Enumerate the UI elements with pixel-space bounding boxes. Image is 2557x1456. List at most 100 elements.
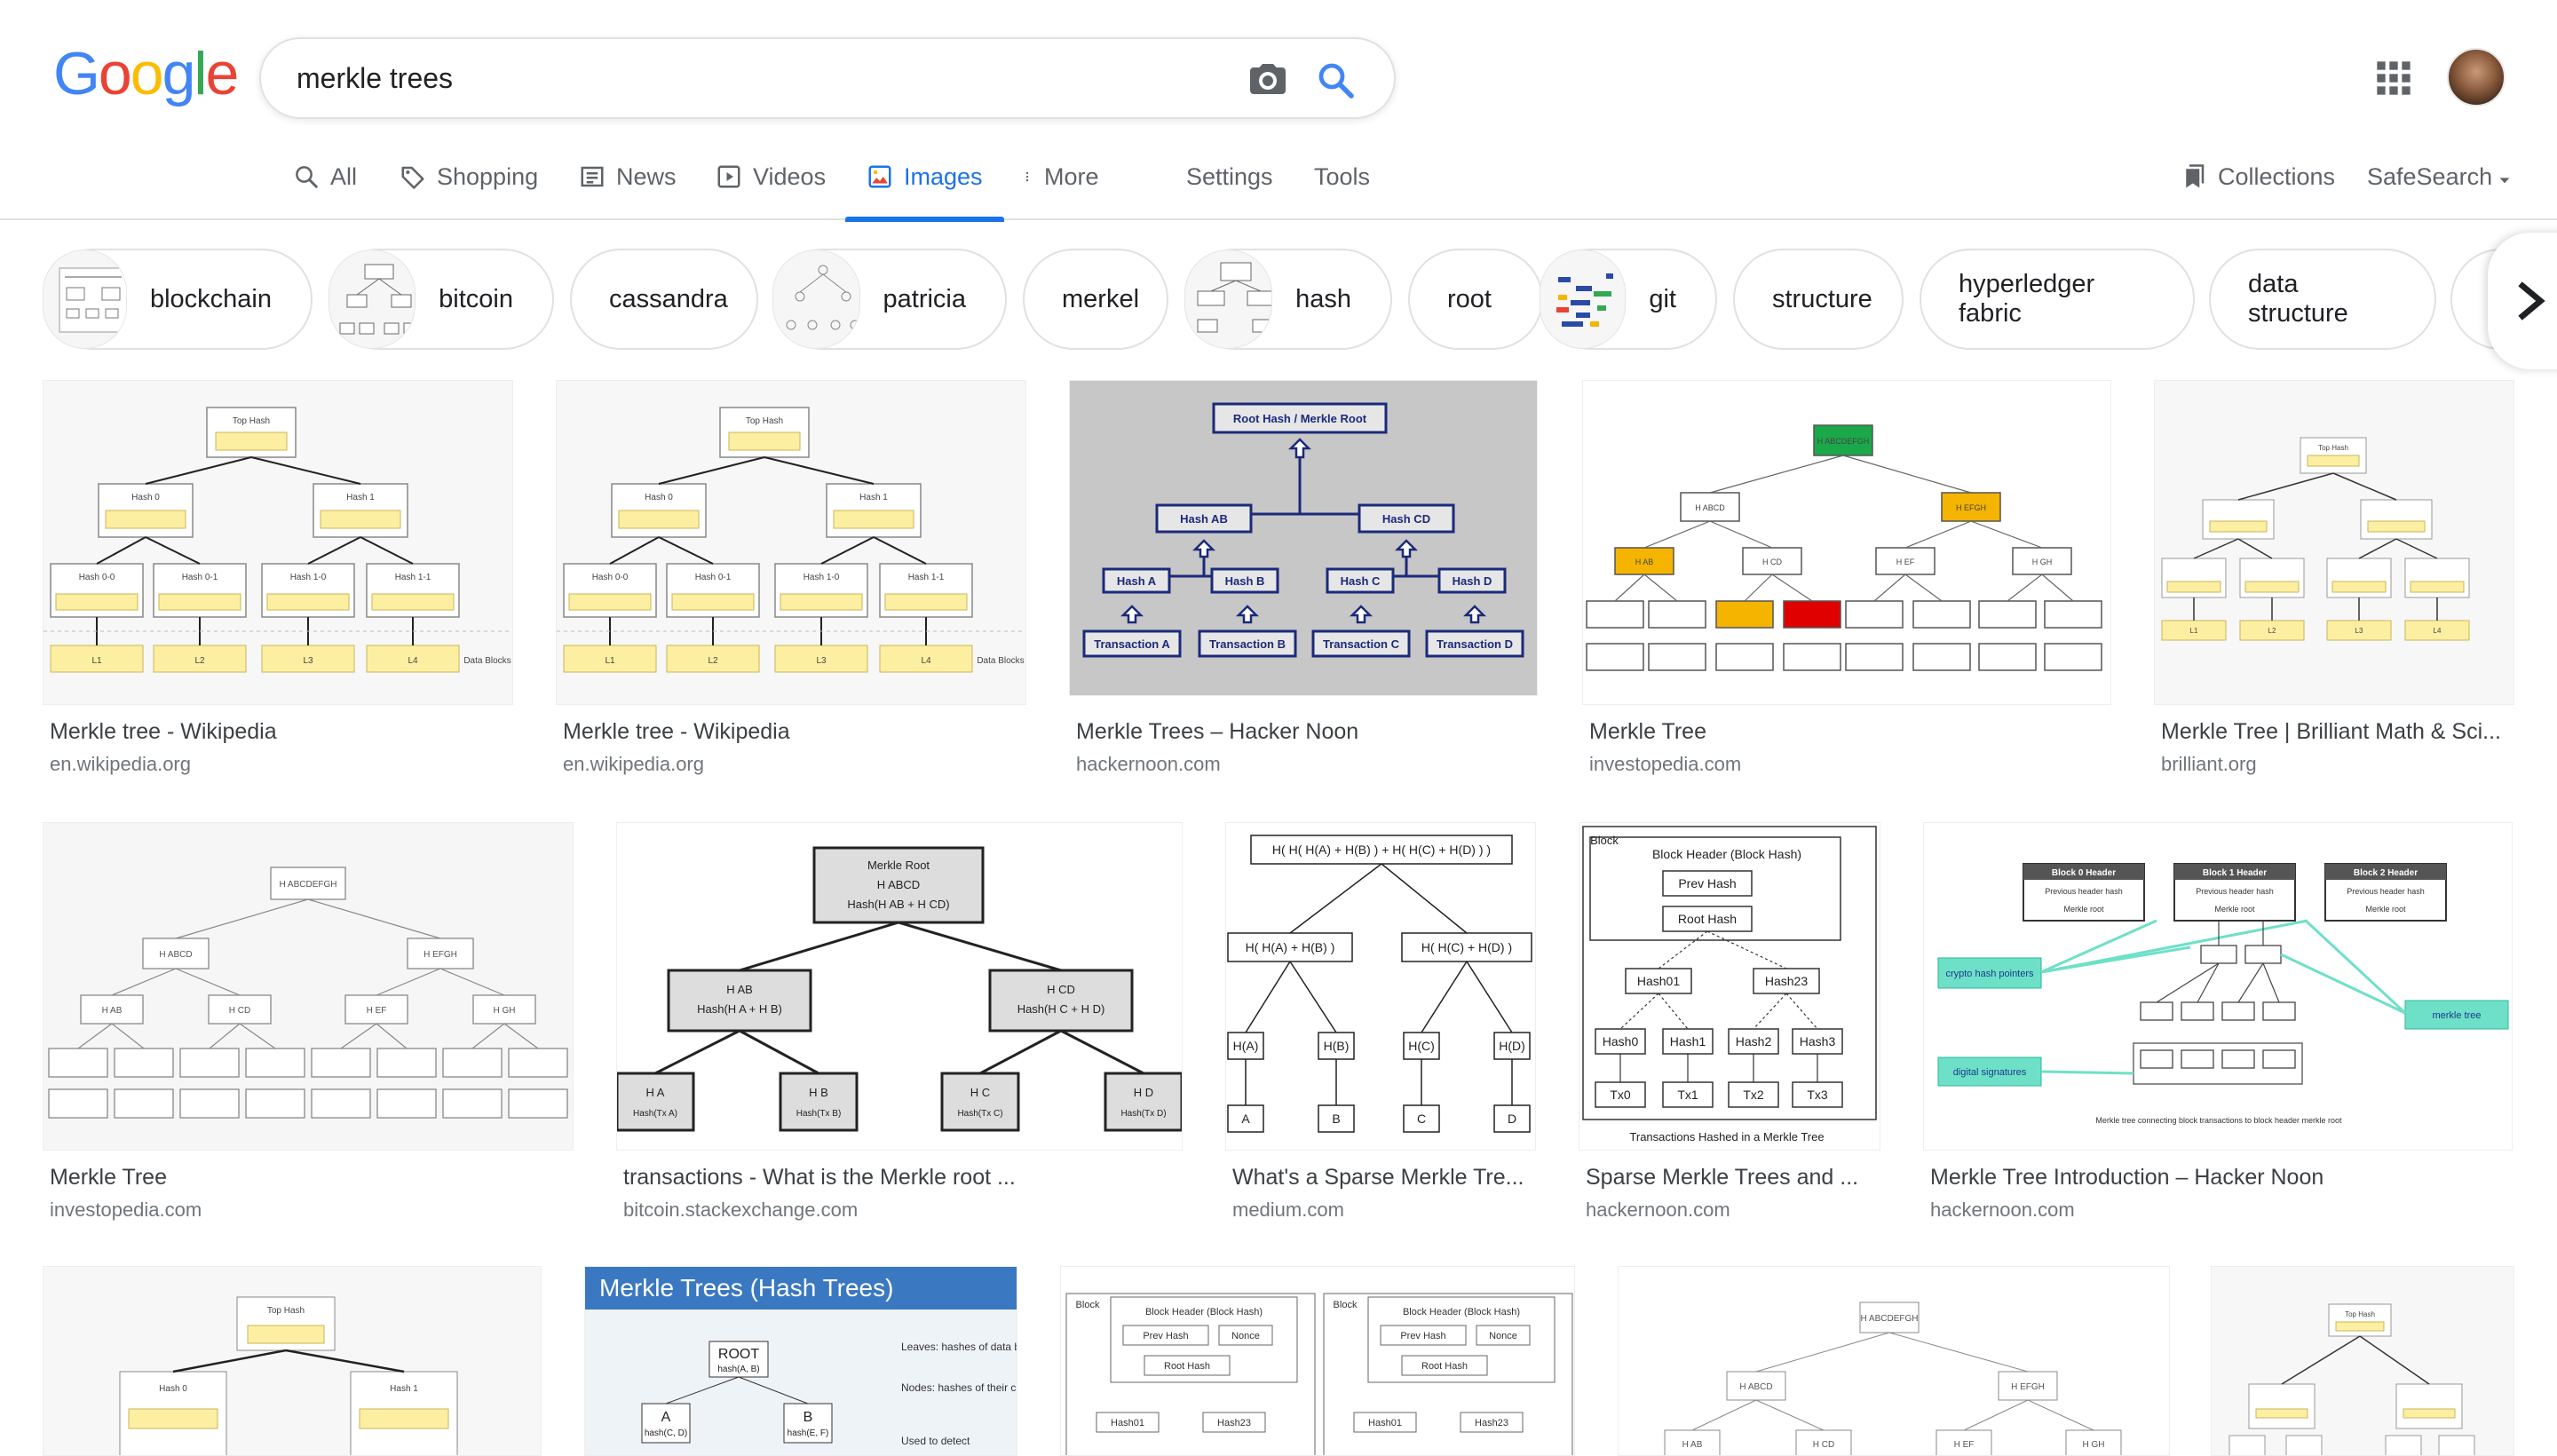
thumb-text: H ABCD xyxy=(877,878,920,891)
result-thumbnail[interactable]: Top Hash Hash 0 Hash 1 xyxy=(43,1266,542,1456)
tab-more[interactable]: More xyxy=(1021,153,1099,220)
search-input[interactable]: merkle trees xyxy=(297,62,453,95)
result-title[interactable]: Merkle Tree xyxy=(1589,719,2104,745)
top-bar: Google merkle trees All Shopping News Vi… xyxy=(0,0,2557,222)
result-title[interactable]: Merkle Tree xyxy=(50,1165,574,1191)
tab-images[interactable]: Images xyxy=(845,153,1004,222)
thumb-text: hash(E, F) xyxy=(788,1428,829,1438)
chip-patricia[interactable]: patricia xyxy=(772,249,1007,350)
result-source[interactable]: bitcoin.stackexchange.com xyxy=(623,1199,858,1222)
more-vert-icon xyxy=(1025,171,1029,182)
chip-blockchain[interactable]: blockchain xyxy=(43,249,313,350)
chip-label: data structure xyxy=(2248,270,2348,328)
thumb-text: Hash(Tx D) xyxy=(1120,1109,1166,1119)
chip-git[interactable]: git xyxy=(1540,249,1717,350)
result-thumbnail[interactable]: Block Block Header (Block Hash) Prev Has… xyxy=(1579,822,1880,1151)
result-thumbnail[interactable]: H ABCDEFGH H ABCD H EFGH H AB H CD H EF … xyxy=(1618,1266,2170,1456)
result-source[interactable]: en.wikipedia.org xyxy=(563,753,704,776)
result-thumbnail[interactable]: H ABCDEFGH H ABCD H EFGH H AB H CD H EF … xyxy=(1582,380,2111,705)
tab-tools[interactable]: Tools xyxy=(1314,153,1370,220)
thumb-text: Block 1 Header xyxy=(2203,868,2267,878)
collections-button[interactable]: Collections xyxy=(2181,153,2335,220)
result-source[interactable]: hackernoon.com xyxy=(1076,753,1221,776)
result-thumbnail[interactable]: Top Hash xyxy=(2211,1266,2514,1456)
result-title[interactable]: Sparse Merkle Trees and ... xyxy=(1586,1165,1884,1191)
thumb-text: Hash23 xyxy=(1765,974,1808,988)
result-source[interactable]: en.wikipedia.org xyxy=(50,753,191,776)
result-title[interactable]: Merkle Tree Introduction – Hacker Noon xyxy=(1930,1165,2516,1191)
thumb-text: Transaction B xyxy=(1209,637,1286,651)
thumb-text: Merkle root xyxy=(2214,905,2255,914)
search-icon[interactable] xyxy=(1314,59,1357,101)
thumb-text: H C xyxy=(970,1086,990,1099)
thumb-text: H( H( H(A) + H(B) ) + H( H(C) + H(D) ) ) xyxy=(1272,843,1491,857)
chip-label: hash xyxy=(1295,284,1351,313)
chip-bitcoin[interactable]: bitcoin xyxy=(329,249,554,350)
chip-data-structure[interactable]: data structure xyxy=(2209,249,2436,350)
chip-root[interactable]: root xyxy=(1408,249,1543,350)
chip-hash[interactable]: hash xyxy=(1184,249,1392,350)
result-thumbnail[interactable]: Block Block Header (Block Hash) Prev Has… xyxy=(1060,1266,1575,1456)
safesearch-dropdown[interactable]: SafeSearch xyxy=(2367,153,2512,220)
camera-icon[interactable] xyxy=(1247,59,1289,101)
result-source[interactable]: investopedia.com xyxy=(1589,753,1741,776)
thumb-text: C xyxy=(1417,1112,1426,1126)
thumb-text: Block xyxy=(1076,1300,1100,1310)
result-source[interactable]: brilliant.org xyxy=(2161,753,2257,776)
thumb-text: H(A) xyxy=(1233,1039,1259,1053)
result-title[interactable]: Merkle tree - Wikipedia xyxy=(50,719,511,745)
result-thumbnail[interactable]: Root Hash / Merkle Root Hash AB Hash CD … xyxy=(1069,380,1538,696)
result-thumbnail[interactable]: H( H( H(A) + H(B) ) + H( H(C) + H(D) ) )… xyxy=(1225,822,1536,1151)
result-thumbnail[interactable]: Top Hash Hash 0 Hash 1 Hash 0-0 Hash 0-1… xyxy=(43,380,513,705)
result-thumbnail[interactable]: Block 0 Header Block 1 Header Block 2 He… xyxy=(1923,822,2513,1151)
thumb-text: B xyxy=(804,1410,813,1425)
thumb-text: Block Header (Block Hash) xyxy=(1403,1307,1520,1318)
chip-label: merkel xyxy=(1062,284,1140,313)
thumb-text: Hash(Tx B) xyxy=(796,1109,842,1119)
chip-merkel[interactable]: merkel xyxy=(1023,249,1168,350)
result-source[interactable]: medium.com xyxy=(1232,1199,1344,1222)
chips-next-button[interactable] xyxy=(2488,233,2557,369)
thumb-text: Block xyxy=(1334,1300,1358,1310)
related-searches-chips: blockchain bitcoin cassandra patricia me… xyxy=(0,249,2557,352)
result-title[interactable]: Merkle tree - Wikipedia xyxy=(563,719,1025,745)
tab-settings[interactable]: Settings xyxy=(1186,153,1273,220)
result-thumbnail[interactable]: Merkle Root H ABCD Hash(H AB + H CD) H A… xyxy=(616,822,1183,1151)
chip-thumbnail xyxy=(1184,249,1273,349)
thumb-text: Tx3 xyxy=(1807,1088,1828,1102)
result-thumbnail[interactable]: H ABCDEFGH H ABCD H EFGH H AB H CD H EF … xyxy=(43,822,574,1151)
thumb-text: Hash D xyxy=(1453,574,1492,588)
chip-cassandra[interactable]: cassandra xyxy=(570,249,758,350)
thumb-text: H ABCD xyxy=(1695,503,1725,512)
result-source[interactable]: hackernoon.com xyxy=(1930,1199,2075,1222)
thumb-text: Hash 1-1 xyxy=(395,573,431,582)
thumb-text: Transaction A xyxy=(1094,637,1170,651)
thumb-text: Top Hash xyxy=(746,416,783,426)
chip-structure[interactable]: structure xyxy=(1733,249,1904,350)
result-title[interactable]: Merkle Trees – Hacker Noon xyxy=(1076,719,1538,745)
tab-all[interactable]: All xyxy=(293,153,357,220)
thumb-text: Hash 1 xyxy=(390,1384,418,1394)
newspaper-icon xyxy=(581,166,604,187)
search-box[interactable]: merkle trees xyxy=(259,37,1396,119)
thumb-text: Hash 1-0 xyxy=(290,573,327,582)
result-thumbnail[interactable]: Top Hash L1 L2 L3 L4 xyxy=(2154,380,2514,705)
thumb-text: Hash23 xyxy=(1475,1418,1508,1428)
result-thumbnail[interactable]: Merkle Trees (Hash Trees) ROOT hash(A, B… xyxy=(584,1266,1017,1456)
apps-grid-icon[interactable] xyxy=(2376,60,2411,96)
google-logo[interactable]: Google xyxy=(53,39,240,108)
account-avatar[interactable] xyxy=(2447,48,2506,107)
tab-shopping[interactable]: Shopping xyxy=(400,153,538,220)
result-title[interactable]: transactions - What is the Merkle root .… xyxy=(623,1165,1183,1191)
thumb-text: Hash 0 xyxy=(159,1384,187,1394)
result-source[interactable]: investopedia.com xyxy=(50,1199,202,1222)
result-source[interactable]: hackernoon.com xyxy=(1586,1199,1730,1222)
logo-letter: e xyxy=(205,40,240,107)
thumb-text: Block xyxy=(1590,834,1619,847)
result-title[interactable]: Merkle Tree | Brilliant Math & Sci... xyxy=(2161,719,2516,745)
tab-news[interactable]: News xyxy=(579,153,677,220)
tab-videos[interactable]: Videos xyxy=(716,153,826,220)
result-title[interactable]: What's a Sparse Merkle Tre... xyxy=(1232,1165,1540,1191)
result-thumbnail[interactable]: Top Hash Hash 0 Hash 1 Hash 0-0 Hash 0-1… xyxy=(556,380,1026,705)
chip-hyperledger-fabric[interactable]: hyperledger fabric xyxy=(1920,249,2195,350)
